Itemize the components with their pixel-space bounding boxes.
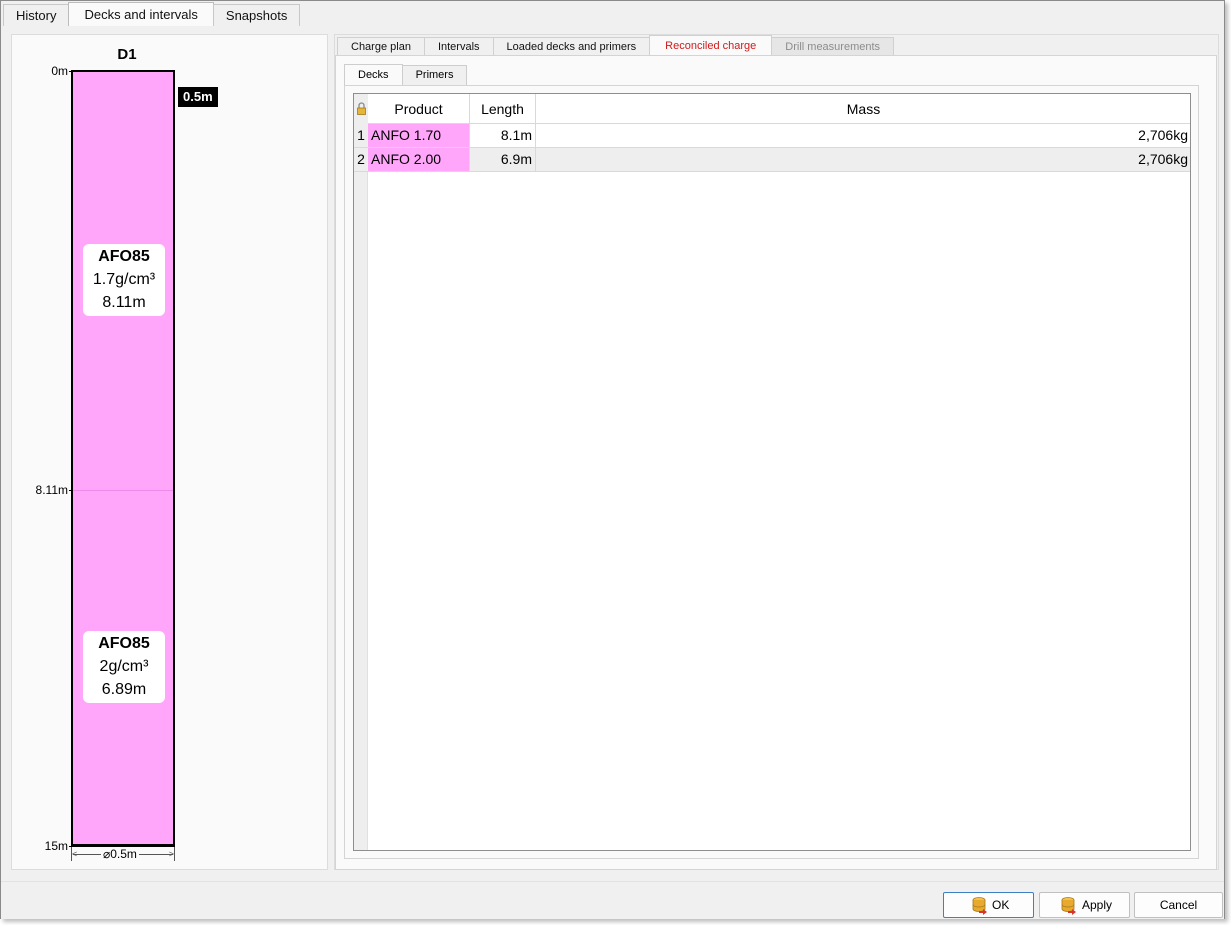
reconciled-charge-frame: Decks Primers Product Length Mass 1 ANFO… (335, 55, 1217, 870)
tab-loaded-decks-and-primers[interactable]: Loaded decks and primers (492, 37, 651, 57)
diameter-label: ⌀0.5m (101, 847, 139, 861)
apply-button[interactable]: Apply (1039, 892, 1130, 918)
deck-label-2[interactable]: AFO85 2g/cm³ 6.89m (83, 631, 165, 703)
tab-drill-measurements[interactable]: Drill measurements (771, 37, 895, 57)
cell-product[interactable]: ANFO 1.70 (368, 124, 470, 147)
database-save-icon (972, 897, 987, 915)
charge-details-panel: Charge plan Intervals Loaded decks and p… (334, 34, 1219, 870)
lock-icon (357, 102, 366, 115)
tab-decks-and-intervals[interactable]: Decks and intervals (68, 2, 214, 26)
cancel-label: Cancel (1159, 898, 1198, 912)
database-apply-icon (1061, 897, 1076, 915)
row-number: 2 (354, 148, 368, 171)
cell-mass[interactable]: 2,706kg (536, 148, 1190, 171)
arrow-left-icon: < (72, 849, 78, 859)
arrow-right-icon: > (168, 849, 174, 859)
decks-grid-frame: Product Length Mass 1 ANFO 1.70 8.1m 2,7… (344, 85, 1199, 859)
cell-length[interactable]: 6.9m (470, 148, 536, 171)
row-number: 1 (354, 124, 368, 147)
depth-label-top: 0m (51, 64, 68, 78)
hole-name: D1 (117, 46, 137, 63)
deck-tab-bar: Decks Primers (344, 64, 468, 85)
column-header-product[interactable]: Product (368, 94, 470, 124)
cancel-button[interactable]: Cancel (1134, 892, 1223, 918)
tab-history[interactable]: History (3, 4, 70, 26)
tab-snapshots[interactable]: Snapshots (212, 4, 301, 26)
grid-header: Product Length Mass (354, 94, 1190, 124)
tab-intervals[interactable]: Intervals (423, 37, 494, 57)
tab-decks[interactable]: Decks (344, 64, 403, 85)
deck-2-density: 2g/cm³ (99, 658, 149, 675)
cell-length[interactable]: 8.1m (470, 124, 536, 147)
explosive-column[interactable]: AFO85 1.7g/cm³ 8.11m AFO85 2g/cm³ 6.89m (71, 70, 175, 847)
tab-primers[interactable]: Primers (401, 65, 468, 85)
deck-divider (73, 490, 173, 491)
deck-1-length: 8.11m (102, 294, 146, 311)
hole-diagram-panel: D1 0m 8.11m 15m AFO85 1.7g/cm³ 8.11m AFO… (11, 34, 328, 870)
row-gutter (354, 94, 368, 850)
cell-mass[interactable]: 2,706kg (536, 124, 1190, 147)
diameter-right-bar (174, 847, 175, 861)
deck-label-1[interactable]: AFO85 1.7g/cm³ 8.11m (83, 244, 165, 316)
ok-label: OK (992, 898, 1010, 912)
sub-tab-bar: Charge plan Intervals Loaded decks and p… (337, 35, 895, 57)
tab-charge-plan[interactable]: Charge plan (337, 37, 425, 57)
diameter-dimension: < > ⌀0.5m (71, 847, 175, 863)
table-row[interactable]: 2 ANFO 2.00 6.9m 2,706kg (354, 148, 1190, 172)
cell-product[interactable]: ANFO 2.00 (368, 148, 470, 171)
deck-2-product: AFO85 (98, 635, 150, 652)
ok-button[interactable]: OK (943, 892, 1034, 918)
deck-1-density: 1.7g/cm³ (92, 271, 156, 288)
deck-1-product: AFO85 (98, 248, 150, 265)
deck-2-length: 6.89m (101, 681, 147, 698)
stemming-badge: 0.5m (178, 87, 218, 107)
tab-reconciled-charge[interactable]: Reconciled charge (649, 35, 773, 57)
column-header-length[interactable]: Length (470, 94, 536, 124)
table-row[interactable]: 1 ANFO 1.70 8.1m 2,706kg (354, 124, 1190, 148)
depth-label-mid: 8.11m (35, 483, 68, 497)
apply-label: Apply (1082, 898, 1113, 912)
top-tab-bar: History Decks and intervals Snapshots (3, 2, 301, 26)
depth-label-bottom: 15m (44, 839, 68, 853)
decks-grid[interactable]: Product Length Mass 1 ANFO 1.70 8.1m 2,7… (353, 93, 1191, 851)
lock-column[interactable] (354, 94, 368, 124)
decks-dialog: History Decks and intervals Snapshots D1… (0, 0, 1225, 919)
column-header-mass[interactable]: Mass (536, 94, 1190, 124)
